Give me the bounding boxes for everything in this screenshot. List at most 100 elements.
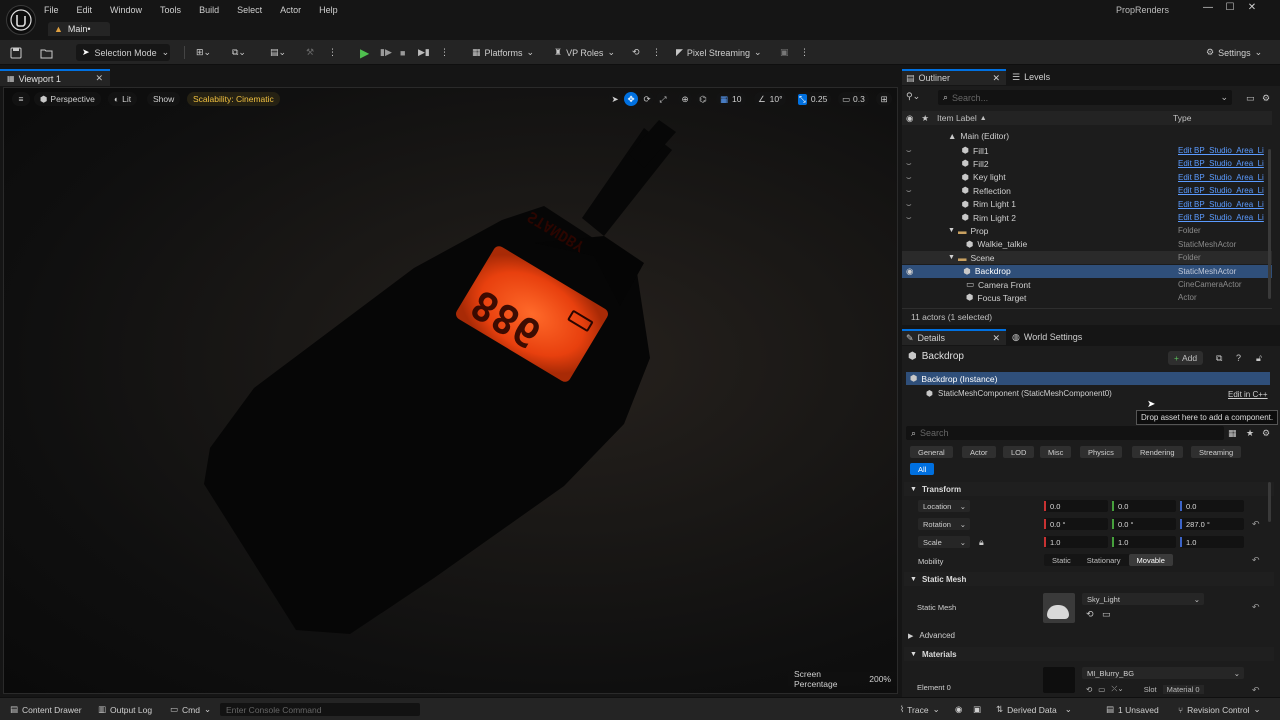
eye-icon[interactable]: ⌣ [906,145,912,156]
column-item-label[interactable]: Item Label [937,113,977,123]
level-viewport[interactable]: 886 STANDBY ≡ ⬢ Perspective ◐ Lit Show S… [3,87,898,694]
camera-speed-button[interactable]: ▭ 0.3 [838,92,869,106]
outliner-row[interactable]: ⌣ ⬢ Rim Light 2 Edit BP_Studio_Area_Li [902,211,1272,224]
filter-button[interactable]: ⚲⌄ [906,91,920,102]
rotation-dropdown[interactable]: Rotation ⌄ [918,518,970,530]
close-tab-icon[interactable]: ✕ [992,73,1000,84]
component-row[interactable]: ⬢ StaticMeshComponent (StaticMeshCompone… [926,389,1112,398]
lock-icon[interactable]: 🔒︎ [979,537,984,548]
favorites-icon[interactable]: ★ [1246,428,1254,439]
scale-snap-button[interactable]: ⤡ 0.25 [794,92,832,106]
maximize-viewport-icon[interactable]: ⊞ [876,92,892,106]
material-picker[interactable]: MI_Blurry_BG ⌄ [1082,667,1244,679]
column-type[interactable]: Type [1173,113,1191,123]
outliner-row[interactable]: ⌣ ⬢ Rim Light 1 Edit BP_Studio_Area_Li [902,198,1272,211]
mobility-movable[interactable]: Movable [1128,554,1173,566]
row-type-link[interactable]: Edit BP_Studio_Area_Li [1178,173,1270,182]
rotation-snap-button[interactable]: ∠ 10° [754,92,787,106]
row-type-link[interactable]: Edit BP_Studio_Area_Li [1178,200,1270,209]
launch-icon[interactable]: ▶▮ [418,44,430,61]
help-icon[interactable]: ? [1236,353,1241,363]
location-x-field[interactable]: 0.0 [1044,500,1108,512]
viewport-tab[interactable]: ▦ Viewport 1 ✕ [0,69,110,86]
row-type-link[interactable]: Edit BP_Studio_Area_Li [1178,159,1270,168]
vp-roles-dropdown[interactable]: ♜ VP Roles ⌄ [554,44,615,61]
trace-dropdown[interactable]: ⌇ Trace ⌄ [900,703,940,716]
category-misc[interactable]: Misc [1040,446,1072,458]
remote-icon[interactable]: ▣ [780,44,789,61]
eye-icon[interactable]: ⌣ [906,172,912,183]
mobility-static[interactable]: Static [1044,556,1079,565]
row-type-link[interactable]: Edit BP_Studio_Area_Li [1178,186,1270,195]
add-component-button[interactable]: + Add [1168,351,1204,365]
content-browser-icon[interactable] [40,44,53,61]
reset-arrow-icon[interactable]: ↶ [1252,602,1260,613]
outliner-row[interactable]: ⌣ ⬢ Fill1 Edit BP_Studio_Area_Li [902,144,1272,157]
record-icon[interactable]: ◉ [955,703,962,716]
menu-edit[interactable]: Edit [77,5,93,15]
location-dropdown[interactable]: Location ⌄ [918,500,970,512]
scale-z-field[interactable]: 1.0 [1180,536,1244,548]
category-actor[interactable]: Actor [962,446,996,458]
outliner-row[interactable]: ⌣ ⬢ Fill2 Edit BP_Studio_Area_Li [902,157,1272,170]
more-icon[interactable]: ⋮ [800,44,809,61]
rotation-x-field[interactable]: 0.0 ° [1044,518,1108,530]
scale-dropdown[interactable]: Scale ⌄ [918,536,970,548]
material-thumbnail[interactable] [1043,667,1075,693]
derived-data-dropdown[interactable]: ⇅ Derived Data ⌄ [996,703,1072,716]
options-icon[interactable]: ⤬⌄ [1111,684,1123,694]
show-button[interactable]: Show [147,92,181,106]
cmd-dropdown[interactable]: ▭ Cmd ⌄ [170,703,211,716]
static-mesh-section-header[interactable]: ▼ Static Mesh [904,572,1274,586]
scalability-button[interactable]: Scalability: Cinematic [187,92,280,106]
reset-arrow-icon[interactable]: ↶ [1252,555,1260,566]
unreal-logo-icon[interactable] [6,5,36,35]
more-icon[interactable]: ⋮ [328,44,337,61]
table-view-icon[interactable]: ▦ [1228,428,1237,439]
camera-icon[interactable]: ▣ [973,703,981,716]
outliner-row-selected[interactable]: ◉ ⬢ Backdrop StaticMeshActor [902,264,1272,278]
selection-mode-dropdown[interactable]: ➤ Selection Mode ⌄ [76,44,170,61]
modes-icon[interactable]: ⚒ [306,44,314,61]
outliner-row[interactable]: ⌣ ⬢ Reflection Edit BP_Studio_Area_Li [902,184,1272,197]
use-selected-icon[interactable]: ⟲ [1086,609,1094,620]
outliner-folder-row[interactable]: ▼ ▬ Scene Folder [902,251,1272,265]
level-tab[interactable]: ▲ Main• [48,22,110,36]
unsaved-button[interactable]: ▤ 1 Unsaved [1106,703,1159,716]
browse-icon[interactable]: ▭ [1102,609,1111,620]
content-drawer-button[interactable]: ▤ Content Drawer [10,703,82,716]
outliner-row[interactable]: ⬢ Walkie_talkie StaticMeshActor [902,238,1272,251]
row-type-link[interactable]: Edit BP_Studio_Area_Li [1178,146,1270,155]
outliner-row[interactable]: ⌣ ⬢ Key light Edit BP_Studio_Area_Li [902,171,1272,184]
outliner-tab[interactable]: ▤ Outliner ✕ [902,69,1006,85]
more-icon[interactable]: ⋮ [652,44,661,61]
outliner-row[interactable]: ▭ Camera Front CineCameraActor [902,278,1272,291]
settings-dropdown[interactable]: ⚙ Settings ⌄ [1206,44,1262,61]
cinematics-icon[interactable]: ▤⌄ [270,44,286,61]
rotate-tool-icon[interactable]: ⟳ [640,92,654,106]
scale-y-field[interactable]: 1.0 [1112,536,1176,548]
blueprint-convert-icon[interactable]: ⧉ [1216,353,1222,364]
platforms-dropdown[interactable]: ▦ Platforms ⌄ [472,44,534,61]
close-window-icon[interactable]: ✕ [1242,2,1262,13]
select-tool-icon[interactable]: ➤ [608,92,622,106]
outliner-folder-row[interactable]: ▼ ▬ Prop Folder [902,224,1272,237]
eye-icon[interactable]: ◉ [906,266,913,277]
category-physics[interactable]: Physics [1080,446,1122,458]
transform-section-header[interactable]: ▼ Transform [904,482,1274,496]
scale-tool-icon[interactable]: ⤢ [656,92,670,106]
grid-snap-button[interactable]: ▦ 10 [716,92,746,106]
lock-icon[interactable]: 🔓︎ [1256,353,1262,364]
category-rendering[interactable]: Rendering [1132,446,1183,458]
menu-build[interactable]: Build [199,5,219,15]
view-mode-button[interactable]: ◐ Lit [108,92,138,106]
close-tab-icon[interactable]: ✕ [992,333,1000,344]
menu-select[interactable]: Select [237,5,262,15]
menu-tools[interactable]: Tools [160,5,181,15]
instance-row[interactable]: ⬢ Backdrop (Instance) [906,372,1270,385]
eye-icon[interactable]: ⌣ [906,185,912,196]
world-local-icon[interactable]: ⊕ [678,92,692,106]
add-actor-icon[interactable]: ⊞⌄ [196,44,211,61]
settings-gear-icon[interactable]: ⚙ [1262,93,1270,104]
outliner-root-row[interactable]: ▲ Main (Editor) [902,129,1272,142]
